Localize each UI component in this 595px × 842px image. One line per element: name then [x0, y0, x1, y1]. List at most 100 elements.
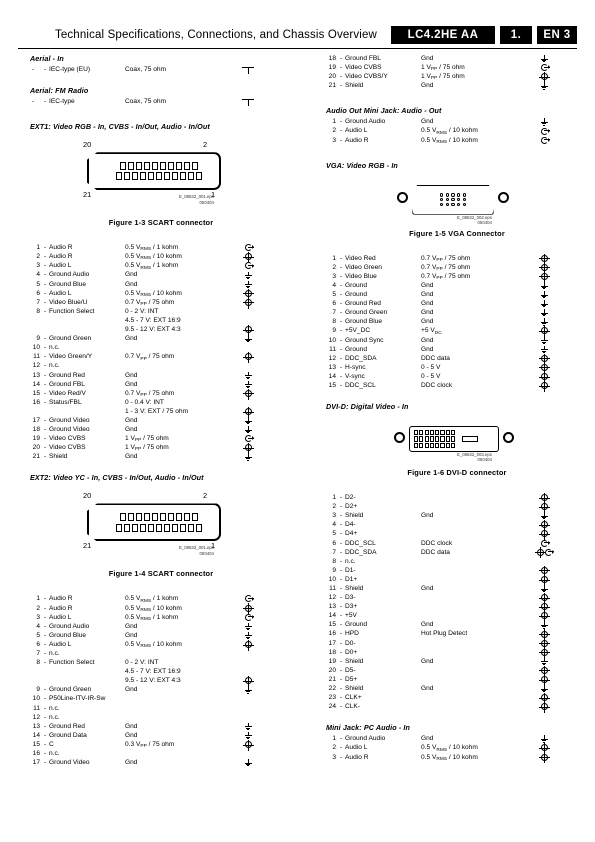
- pin-number: 17: [328, 639, 336, 647]
- pin-direction-icon-cell: [531, 380, 557, 392]
- pin-row: 13- Ground Red Gnd: [22, 722, 300, 731]
- signal-input-icon: [539, 574, 551, 586]
- pin-direction-icon-cell: [531, 638, 557, 650]
- pin-value: Gnd: [421, 318, 434, 326]
- pin-direction-icon-cell: [235, 324, 261, 336]
- ground-icon: [540, 621, 548, 629]
- pin-direction-icon-cell: [235, 334, 261, 343]
- signal-input-icon: [539, 72, 551, 84]
- pin-name: DDC_SCL: [345, 381, 376, 389]
- pin-value: Hot Plug Detect: [421, 630, 468, 638]
- pin-direction-icon-cell: [235, 758, 261, 767]
- pin-name: H-sync: [345, 363, 366, 371]
- pin-number: 2: [36, 253, 40, 261]
- pin-direction-icon-cell: [531, 126, 557, 135]
- pin-row: 12- n.c.: [22, 713, 300, 722]
- pin-name: Shield: [345, 82, 364, 90]
- pin-number: 2: [36, 604, 40, 612]
- pin-row: 1- Video Red 0.7 VPP / 75 ohm: [318, 253, 595, 265]
- pin-name: n.c.: [49, 750, 60, 758]
- pin-number: 24: [328, 703, 336, 711]
- pin-row: 14- V-sync 0 - 5 V: [318, 371, 595, 383]
- pin-direction-icon-cell: [235, 388, 261, 400]
- pin-direction-icon-cell: [235, 739, 261, 751]
- pin-value: 0.3 VPP / 75 ohm: [125, 740, 175, 750]
- pin-row: 17- Ground Video Gnd: [22, 416, 300, 425]
- scart-pin-row-top: [120, 161, 198, 170]
- pin-direction-icon-cell: [531, 281, 557, 290]
- dvi-pin: [450, 442, 456, 449]
- dvi-pin: [424, 436, 429, 442]
- pin-name: Ground Video: [49, 426, 90, 434]
- scart-pin: [176, 161, 182, 170]
- page-title: Technical Specifications, Connections, a…: [54, 29, 377, 41]
- pin-value: 9.5 - 12 V: EXT 4:3: [125, 677, 181, 685]
- pin-value: Gnd: [125, 686, 138, 694]
- pin-row: 21- Shield Gnd: [22, 452, 300, 461]
- pin-row: 5- Ground Gnd: [318, 290, 595, 299]
- vga-pin: [457, 193, 460, 196]
- pin-number: 1: [36, 244, 40, 252]
- pin-row: 11- n.c.: [22, 704, 300, 713]
- ground-icon: [540, 585, 548, 592]
- scart-pin: [132, 172, 138, 181]
- scart-pin: [136, 513, 142, 522]
- pin-row: 4.5 - 7 V: EXT 16:9: [22, 667, 300, 676]
- dvi-pin-row: [414, 442, 456, 449]
- pin-name: Ground Blue: [345, 318, 383, 326]
- pin-value: Gnd: [125, 380, 138, 388]
- pin-number: 9: [332, 566, 336, 574]
- pin-name: Audio L: [49, 289, 72, 297]
- pin-name: n.c.: [49, 650, 60, 657]
- scart-pin: [124, 523, 130, 532]
- page-number-badge: EN 3: [537, 26, 577, 44]
- pin-name: D1-: [345, 566, 356, 574]
- pin-row: 1- Ground Audio Gnd: [318, 734, 595, 743]
- scart-pin: [172, 172, 178, 181]
- pin-direction-icon-cell: [235, 722, 261, 731]
- pin-row: 24- CLK-: [318, 702, 595, 714]
- signal-input-icon: [243, 603, 255, 615]
- pin-direction-icon-cell: [531, 353, 557, 365]
- pin-direction-icon-cell: [235, 713, 261, 722]
- pin-direction-icon-cell: [235, 270, 261, 279]
- pin-number: 21: [328, 675, 336, 683]
- pin-row: 1- Audio R 0.5 VRMS / 1 kohm: [22, 594, 300, 604]
- page-header: Technical Specifications, Connections, a…: [0, 22, 595, 48]
- scart-pin: [180, 172, 186, 181]
- pin-direction-icon-cell: [235, 65, 261, 74]
- vga-pin-row-2: [440, 198, 467, 201]
- scart-pin: [160, 161, 166, 170]
- pin-number: 8: [36, 307, 40, 315]
- pin-row: 3- Audio R 0.5 VRMS / 10 kohm: [318, 752, 595, 764]
- dvi-pin: [419, 442, 424, 449]
- section-number-badge: 1.: [500, 26, 532, 44]
- pin-row: 23- CLK+: [318, 692, 595, 704]
- scart-pin: [188, 523, 194, 532]
- dvi-pin: [435, 442, 440, 449]
- pin-row: 9.5 - 12 V: EXT 4:3: [22, 676, 300, 688]
- pin-direction-icon-cell: [531, 502, 557, 514]
- pin-direction-icon-cell: [235, 297, 261, 309]
- dvi-pin: [440, 430, 445, 436]
- dvi-pin: [450, 430, 456, 436]
- pin-row: 12- n.c.: [22, 361, 300, 370]
- pin-number: 19: [328, 657, 336, 665]
- pin-direction-icon-cell: [235, 694, 261, 703]
- scart-pin: [152, 161, 158, 170]
- vga-connector-shell: [412, 185, 494, 215]
- signal-input-icon: [539, 529, 551, 541]
- pin-direction-icon-cell: [235, 452, 261, 461]
- pin-number: 1: [36, 595, 40, 603]
- pinlist-vga: 1- Video Red 0.7 VPP / 75 ohm 2- Video Green…: [318, 253, 595, 392]
- dvi-pin: [440, 442, 445, 449]
- pin-name: IEC-type: [49, 98, 75, 106]
- ground-icon: [244, 631, 252, 639]
- signal-input-icon: [539, 629, 551, 641]
- pin-row: 4- Ground Audio Gnd: [22, 270, 300, 279]
- pinlist-ext2: 1- Audio R 0.5 VRMS / 1 kohm 2- Audio R 0.5 V…: [22, 594, 300, 767]
- ground-icon: [540, 512, 548, 520]
- pin-direction-icon-cell: [235, 416, 261, 425]
- pin-row: 13- Ground Red Gnd: [22, 371, 300, 380]
- signal-input-icon: [539, 502, 551, 514]
